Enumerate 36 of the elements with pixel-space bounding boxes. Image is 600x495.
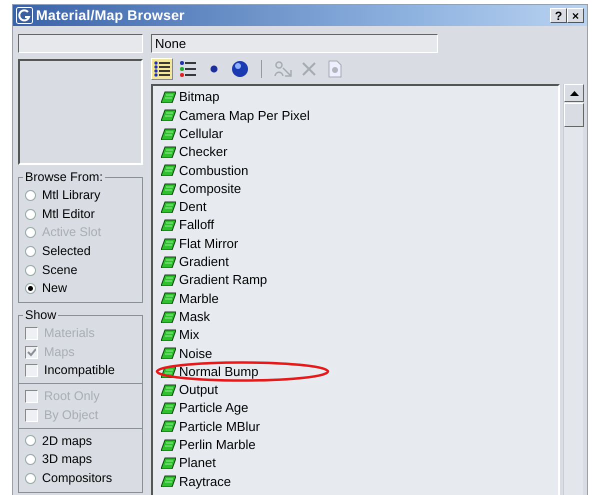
map-name[interactable]: Perlin Marble (179, 435, 256, 455)
option-label: Scene (42, 262, 78, 279)
map-name[interactable]: Checker (179, 142, 228, 162)
option-label: 3D maps (42, 451, 92, 468)
map-name[interactable]: Camera Map Per Pixel (179, 106, 310, 126)
option-label: Compositors (42, 470, 112, 487)
map-name[interactable]: Flat Mirror (179, 234, 238, 254)
map-name[interactable]: Output (179, 380, 218, 400)
close-button[interactable]: × (567, 8, 584, 23)
map-name[interactable]: Gradient Ramp (179, 270, 268, 290)
map-name[interactable]: Noise (179, 344, 212, 364)
option-label: Mtl Editor (42, 206, 95, 223)
name-field[interactable]: None (151, 34, 438, 53)
window-title: Material/Map Browser (36, 6, 185, 25)
help-button[interactable]: ? (550, 8, 567, 23)
option-label: New (42, 280, 68, 298)
map-name[interactable]: Mask (179, 306, 210, 326)
map-name[interactable]: Marble (179, 288, 219, 308)
option-label: Selected (42, 243, 91, 260)
group-title: Browse From: (23, 170, 105, 184)
option-label: Mtl Library (42, 186, 100, 204)
map-name[interactable]: Dent (179, 197, 206, 217)
map-name[interactable]: Gradient (179, 252, 229, 272)
map-name[interactable]: Planet (179, 453, 216, 473)
map-name[interactable]: Mix (179, 325, 200, 345)
map-name[interactable]: Bitmap (179, 87, 220, 107)
group-title: Show (23, 308, 58, 322)
map-name[interactable]: Raytrace (179, 472, 232, 492)
option-label: Incompatible (44, 362, 115, 380)
map-name[interactable]: Combustion (179, 160, 248, 180)
map-name[interactable]: Particle Age (179, 398, 248, 418)
map-name[interactable]: Particle MBlur (179, 416, 260, 436)
map-name[interactable]: Composite (179, 178, 242, 198)
map-name[interactable]: Cellular (179, 124, 224, 144)
option-label: 2D maps (42, 432, 92, 450)
map-name[interactable]: Falloff (179, 215, 214, 235)
